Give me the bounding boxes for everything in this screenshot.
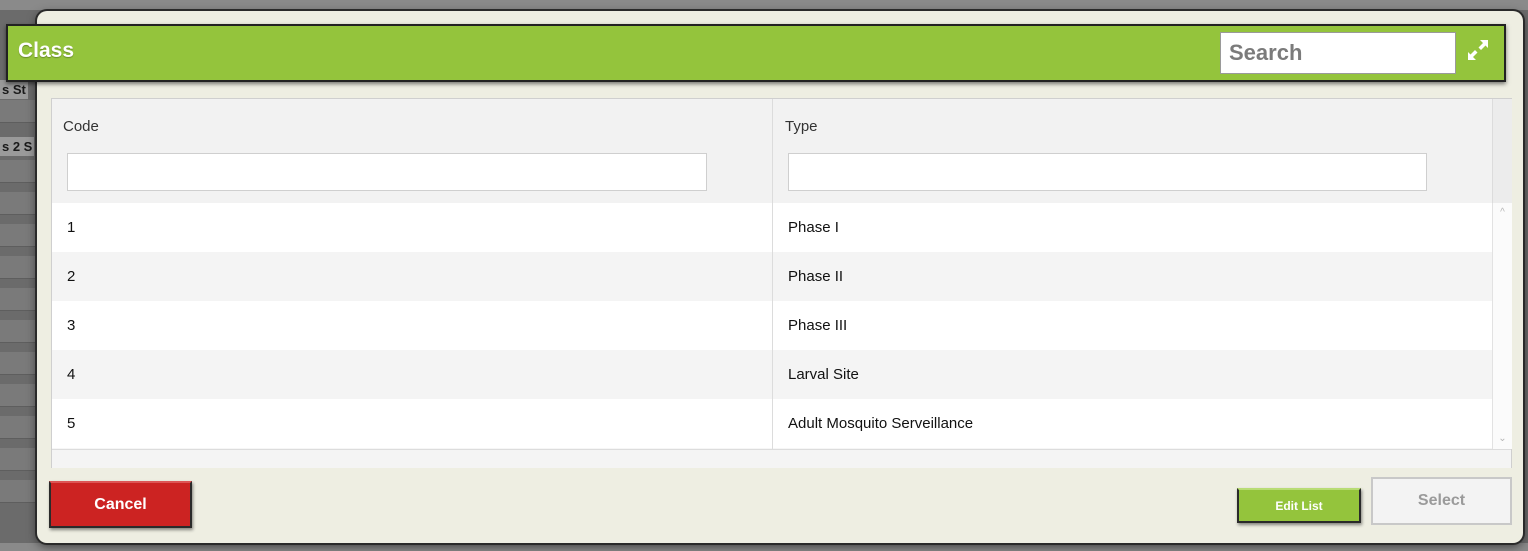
column-header-type[interactable]: Type — [785, 118, 818, 135]
select-button[interactable]: Select — [1371, 477, 1512, 525]
grid-footer — [52, 449, 1511, 468]
column-header-code[interactable]: Code — [63, 118, 99, 135]
background-row — [0, 160, 40, 183]
type-cell: Phase II — [788, 268, 844, 285]
background-row — [0, 320, 40, 343]
column-divider — [772, 99, 773, 449]
background-bottom-bar — [0, 543, 1528, 551]
code-cell: 5 — [67, 415, 76, 432]
background-text-fragment: s St — [0, 80, 28, 99]
type-cell: Phase III — [788, 317, 848, 334]
type-cell: Adult Mosquito Serveillance — [788, 415, 974, 432]
scrollbar-header-spacer — [1492, 99, 1512, 203]
type-cell: Larval Site — [788, 366, 859, 383]
background-row — [0, 192, 40, 215]
code-cell: 4 — [67, 366, 76, 383]
vertical-scrollbar[interactable]: ^ ⌄ — [1492, 203, 1512, 449]
background-row — [0, 384, 40, 407]
code-cell: 1 — [67, 219, 76, 236]
background-row — [0, 352, 40, 375]
cancel-button[interactable]: Cancel — [49, 481, 192, 528]
class-dialog: Class Code Type 1 Phase I 2 Phase II — [6, 11, 1523, 543]
scroll-up-arrow-icon[interactable]: ^ — [1493, 205, 1512, 221]
type-filter-input[interactable] — [788, 153, 1427, 191]
background-row — [0, 224, 40, 247]
background-row — [0, 100, 40, 123]
scroll-down-arrow-icon[interactable]: ⌄ — [1493, 431, 1512, 447]
code-cell: 2 — [67, 268, 76, 285]
background-row — [0, 288, 40, 311]
background-text-fragment: s 2 S — [0, 137, 35, 156]
code-cell: 3 — [67, 317, 76, 334]
expand-arrows-icon[interactable] — [1462, 34, 1494, 66]
background-row — [0, 448, 40, 471]
dialog-header: Class — [6, 24, 1506, 82]
type-cell: Phase I — [788, 219, 839, 236]
code-filter-input[interactable] — [67, 153, 707, 191]
background-top-bar — [0, 0, 1528, 10]
class-grid: Code Type 1 Phase I 2 Phase II 3 Phase I… — [51, 98, 1512, 468]
background-row — [0, 256, 40, 279]
edit-list-button[interactable]: Edit List — [1237, 488, 1361, 523]
background-row — [0, 480, 40, 503]
background-row — [0, 416, 40, 439]
dialog-title: Class — [18, 39, 75, 62]
search-input[interactable] — [1220, 32, 1456, 74]
